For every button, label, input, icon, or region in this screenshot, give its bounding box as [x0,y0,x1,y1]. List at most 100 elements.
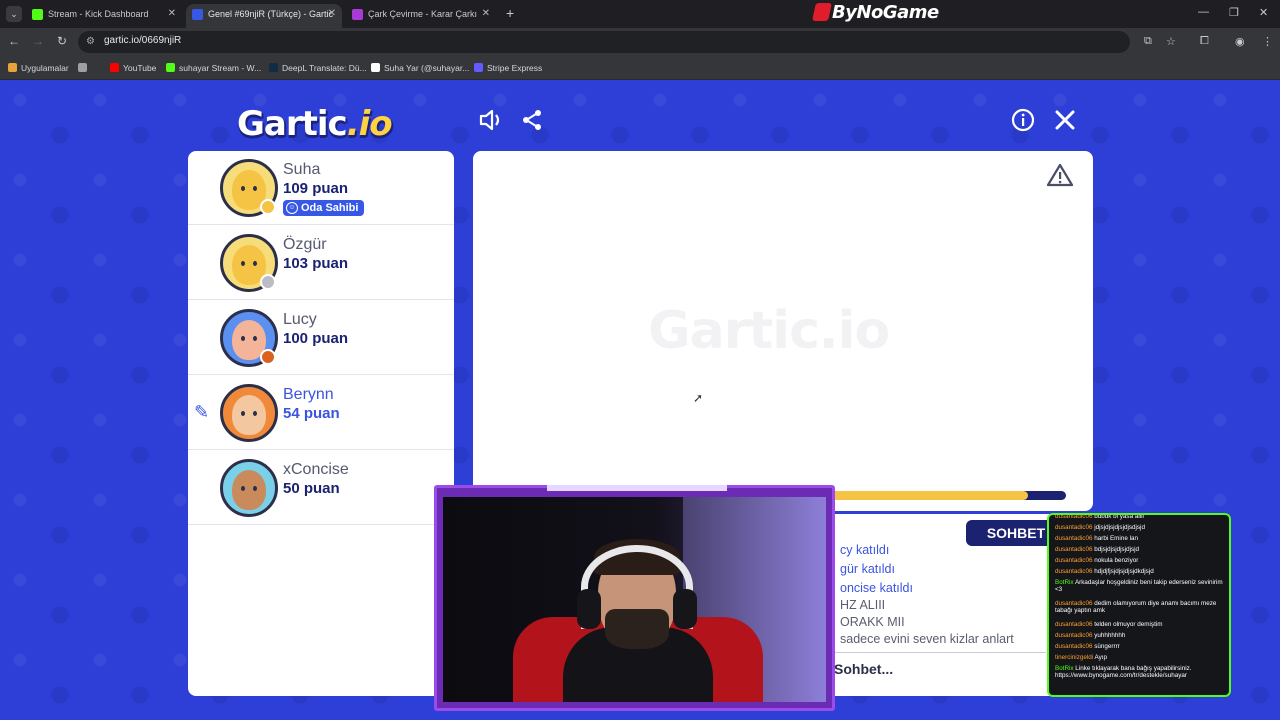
stream-chat-message: dusantadic06 bdjsjdjsjdjsjdjsjd [1055,546,1229,553]
wheel-favicon-icon [352,9,363,20]
avatar [220,459,278,517]
player-name: Lucy [283,311,317,328]
minimize-icon[interactable]: — [1198,6,1209,18]
exit-icon[interactable] [1050,108,1080,138]
stripe-icon [474,63,483,72]
back-icon[interactable]: ← [6,34,22,48]
webcam-video [443,497,826,702]
stream-chat-username: BotRix [1055,665,1074,672]
bookmark-tiktok[interactable]: Suha Yar (@suhayar... [371,62,469,76]
chat-input[interactable]: Sohbet... [834,652,1046,684]
tab-close-icon[interactable]: ✕ [168,4,176,24]
chat-message: gür katıldı [840,562,895,576]
bookmark-deepl[interactable]: DeepL Translate: Dü... [269,62,367,76]
stream-chat-message: dusantadic06 nokula benziyor [1055,557,1229,564]
stream-chat-text: süngerrrr [1092,643,1120,650]
menu-kebab-icon[interactable]: ⋮ [1262,35,1273,48]
stream-chat-message: dusantadic06 yuhhhhhhh [1055,632,1229,639]
player-row[interactable]: Lucy 100 puan [188,301,454,375]
mouse-cursor-icon: ➚ [693,391,704,405]
stream-chat-message: dusantadic06 jdjsjdjsjdjsjdjsdjsjd [1055,524,1229,531]
bookmark-youtube[interactable]: YouTube [110,62,156,76]
webcam-overlay [434,485,835,711]
avatar [220,384,278,442]
stream-chat-message: dusantadic06 telden olmuyor demiştim [1055,621,1229,628]
pencil-icon: ✎ [194,402,210,422]
stream-chat-text: bdjsjdjsjdjsjdjsjd [1092,546,1140,553]
stream-chat-message: BotRix Arkadaşlar hoşgeldiniz beni takip… [1055,579,1229,593]
tab-title: Stream - Kick Dashboard [48,9,149,19]
bookmark-star-icon[interactable]: ☆ [1166,35,1176,48]
install-app-icon[interactable]: ⧉ [1144,35,1152,48]
player-row[interactable]: Suha 109 puan ☺ Oda Sahibi [188,151,454,225]
bookmark-kick[interactable]: suhayar Stream - W... [166,62,261,76]
status-dot [260,199,276,215]
stream-chat-username: dusantadic06 [1055,557,1093,564]
window-close-icon[interactable]: ✕ [1259,6,1268,19]
player-name: Berynn [283,386,334,403]
player-row[interactable]: Özgür 103 puan [188,226,454,300]
kick-favicon-icon [32,9,43,20]
gartic-logo: Gartic.io [237,104,393,144]
kick-icon [166,63,175,72]
stream-chat-username: BotRix [1055,579,1074,586]
stream-chat-text: jdjsjdjsjdjsjdjsdjsjd [1092,524,1145,531]
extensions-icon[interactable]: ⧠ [1200,35,1209,48]
stream-chat-username: dusantadic06 [1055,535,1093,542]
stream-chat-text: bdbdk bi yasa aiiii [1092,513,1144,520]
status-dot [260,274,276,290]
browser-tab-bar: ⌄ Stream - Kick Dashboard ✕ Genel #69nji… [0,0,1280,28]
status-dot [260,349,276,365]
new-tab-button[interactable]: + [506,5,514,21]
restore-icon[interactable]: ❐ [1229,6,1239,19]
tab-close-icon[interactable]: ✕ [328,4,336,24]
stream-chat-username: dusantadic06 [1055,632,1093,639]
webcam-frame-accent [547,485,727,491]
tab-wheel[interactable]: Çark Çevirme - Karar Çarkı ✕ [346,4,496,28]
profile-icon[interactable]: ◉ [1235,35,1245,48]
tab-gartic[interactable]: Genel #69njiR (Türkçe) - Gartic ✕ [186,4,342,28]
gartic-favicon-icon [192,9,203,20]
player-score: 100 puan [283,330,349,347]
bookmark-apps[interactable]: Uygulamalar [8,62,69,76]
reload-icon[interactable]: ↻ [54,34,70,48]
player-score: 109 puan [283,180,349,197]
tiktok-icon [371,63,380,72]
stream-chat-text: Linke tıklayarak bana bağış yapabilirsin… [1055,665,1192,679]
deepl-icon [269,63,278,72]
player-score: 103 puan [283,255,349,272]
omnibox[interactable]: ⚙ gartic.io/0669njiR [78,31,1130,53]
stream-chat-username: dusantadic06 [1055,513,1093,520]
player-name: Suha [283,161,321,178]
player-name: xConcise [283,461,349,478]
url-text[interactable]: gartic.io/0669njiR [104,35,181,46]
bynogame-logo: ByNoGame [812,2,939,26]
stream-chat-message: dusantadic06 süngerrrr [1055,643,1229,650]
site-info-icon[interactable]: ⚙ [86,36,95,47]
drawing-canvas[interactable]: Gartic.io ➚ [473,151,1093,511]
youtube-icon [110,63,119,72]
forward-icon[interactable]: → [30,34,46,48]
player-row[interactable]: xConcise 50 puan [188,451,454,525]
stream-chat-username: tinercinizgeldi [1055,654,1094,661]
apps-grid-icon [8,63,17,72]
bookmarks-bar: Uygulamalar YouTube suhayar Stream - W..… [0,56,1280,80]
report-warning-icon[interactable] [1046,163,1074,187]
stream-chat-username: dusantadic06 [1055,621,1093,628]
stream-chat-username: dusantadic06 [1055,524,1093,531]
stream-chat-text: harbi Emine lan [1092,535,1138,542]
tab-close-icon[interactable]: ✕ [482,4,490,24]
sound-icon[interactable] [476,108,506,138]
info-icon[interactable] [1008,108,1038,138]
tab-search-button[interactable]: ⌄ [6,6,22,22]
tab-kick-dashboard[interactable]: Stream - Kick Dashboard ✕ [26,4,182,28]
chat-message: sadece evini seven kizlar anlart [840,632,1014,646]
stream-chat-text: Arkadaşlar hoşgeldiniz beni takip ederse… [1055,579,1223,593]
player-row[interactable]: ✎ Berynn 54 puan [188,376,454,450]
bookmark-grid[interactable] [78,62,87,76]
player-score: 50 puan [283,480,340,497]
chat-message: ORAKK MII [840,615,905,629]
share-icon[interactable] [517,108,547,138]
bookmark-stripe[interactable]: Stripe Express [474,62,542,76]
smiley-icon: ☺ [286,202,298,214]
